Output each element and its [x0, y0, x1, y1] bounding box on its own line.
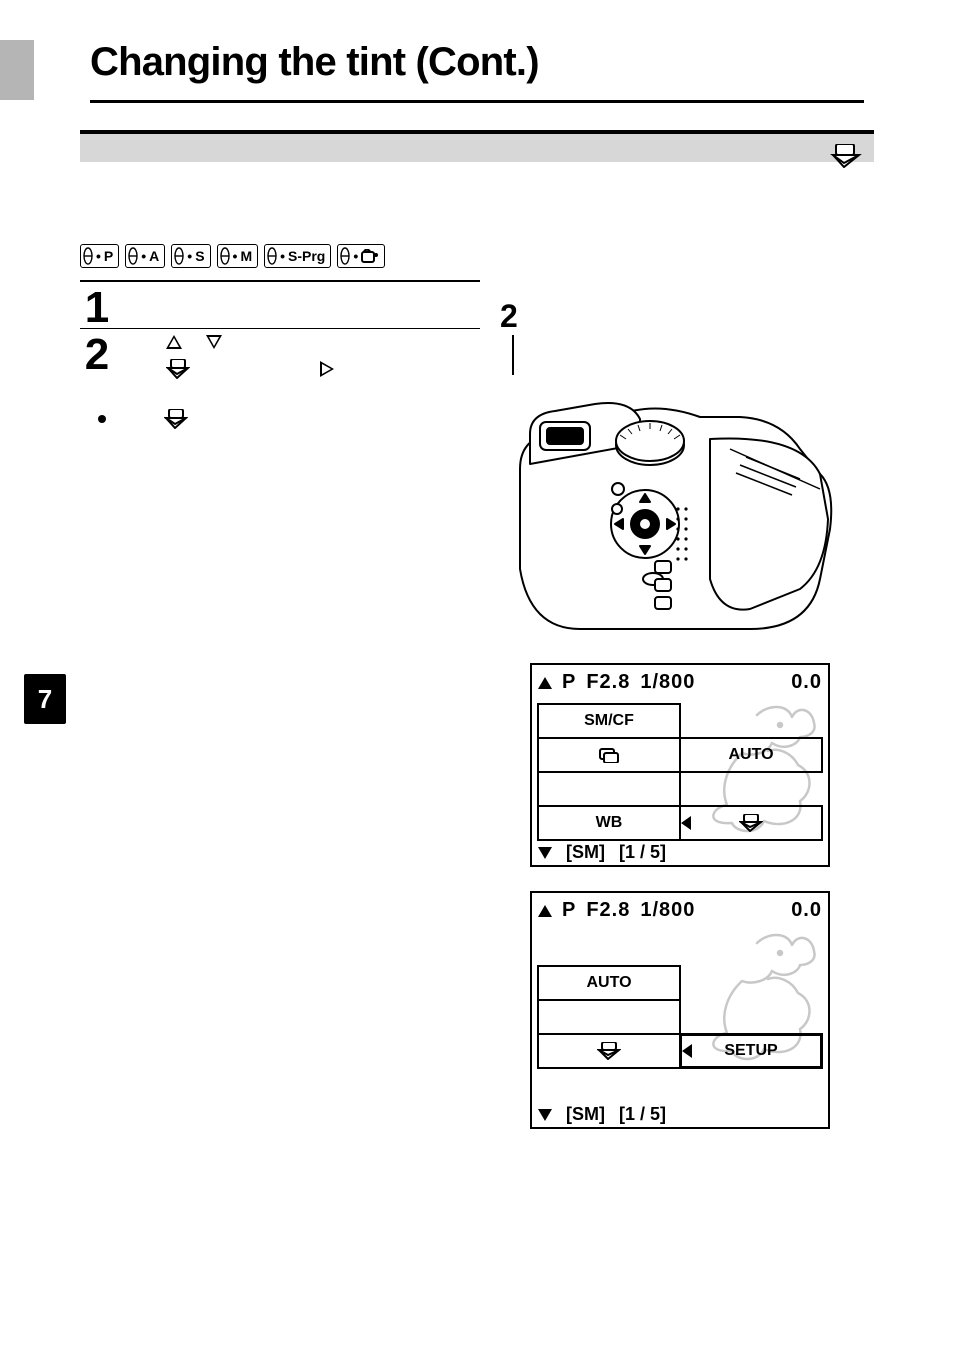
rule — [80, 328, 480, 329]
page-indicator: [1 / 5] — [619, 842, 666, 863]
chapter-tab: 7 — [24, 674, 66, 724]
page: Changing the tint (Cont.) •P •A •S — [0, 0, 954, 1346]
subtitle-band — [80, 130, 874, 162]
menu-cell — [537, 931, 681, 967]
camera-illustration — [500, 379, 840, 639]
menu-cell — [537, 1033, 681, 1069]
step2-icon-row-1 — [128, 335, 480, 349]
step-2: 2 — [80, 335, 480, 429]
page-indicator: [1 / 5] — [619, 1104, 666, 1125]
mode-my: • — [337, 244, 385, 268]
menu-cell — [679, 999, 823, 1035]
print-stack-icon — [598, 747, 620, 763]
menu-cell — [537, 771, 681, 807]
card-over-stack-icon — [597, 1042, 621, 1060]
menu-cell — [679, 931, 823, 967]
mode-indicator: P — [562, 671, 576, 694]
down-triangle-icon — [538, 847, 552, 859]
step-number: 1 — [80, 288, 114, 328]
left-triangle-icon — [680, 1036, 694, 1066]
title-row: Changing the tint (Cont.) — [90, 40, 864, 85]
step2-icon-row-2 — [128, 359, 480, 379]
bullet-icon — [98, 415, 106, 423]
menu-cell — [537, 1067, 681, 1103]
menu-cell: AUTO — [537, 965, 681, 1001]
mode-label: A — [149, 249, 159, 263]
my-mode-icon — [361, 249, 379, 263]
ev-value: 0.0 — [791, 671, 822, 694]
lcd-status-row: P F2.8 1/800 0.0 — [538, 671, 822, 694]
right-arrow-icon — [320, 361, 334, 377]
callout-leader-line — [512, 335, 514, 375]
lcd-menu-grid: SM/CF AUTO WB — [538, 704, 822, 840]
mode-p: •P — [80, 244, 119, 268]
menu-cell — [679, 771, 823, 807]
mode-a: •A — [125, 244, 165, 268]
down-arrow-icon — [206, 335, 222, 349]
menu-cell — [679, 965, 823, 1001]
menu-cell — [679, 703, 823, 739]
mode-m: •M — [217, 244, 259, 268]
up-arrow-icon — [166, 335, 182, 349]
rule — [80, 280, 480, 282]
menu-cell-selected — [679, 805, 823, 841]
lcd-menu-grid: AUTO SETUP — [538, 932, 822, 1102]
menu-cell — [537, 737, 681, 773]
up-triangle-icon — [538, 677, 552, 689]
menu-cell: WB — [537, 805, 681, 841]
body-left: •P •A •S •M •S-Prg • — [80, 244, 480, 429]
lcd-status-row: P F2.8 1/800 0.0 — [538, 899, 822, 922]
aperture-value: F2.8 — [586, 899, 630, 922]
shutter-value: 1/800 — [640, 671, 695, 694]
menu-cell-selected: SETUP — [679, 1033, 823, 1069]
mode-sprg: •S-Prg — [264, 244, 331, 268]
left-triangle-icon — [679, 807, 693, 839]
up-triangle-icon — [538, 905, 552, 917]
step-1: 1 — [80, 288, 480, 328]
step-number: 2 — [80, 335, 114, 375]
mode-dial-strip: •P •A •S •M •S-Prg • — [80, 244, 480, 268]
card-over-stack-icon — [164, 409, 188, 429]
lcd-screen-2: P F2.8 1/800 0.0 AUTO SETU — [530, 891, 830, 1129]
card-over-stack-icon — [830, 144, 862, 173]
mode-indicator: P — [562, 899, 576, 922]
menu-cell — [537, 999, 681, 1035]
menu-cell: SM/CF — [537, 703, 681, 739]
chapter-number: 7 — [38, 684, 52, 714]
media-indicator: [SM] — [566, 842, 605, 863]
lcd-footer: [SM] [1 / 5] — [538, 842, 822, 863]
lcd-footer: [SM] [1 / 5] — [538, 1104, 822, 1125]
down-triangle-icon — [538, 1109, 552, 1121]
shutter-value: 1/800 — [640, 899, 695, 922]
card-over-stack-icon — [739, 814, 763, 832]
menu-cell — [679, 1067, 823, 1103]
title-side-bar — [0, 40, 34, 100]
diagram-callout-number: 2 — [500, 298, 860, 335]
menu-cell: AUTO — [679, 737, 823, 773]
ev-value: 0.0 — [791, 899, 822, 922]
right-column: 2 — [500, 298, 860, 1129]
page-title: Changing the tint (Cont.) — [90, 40, 864, 85]
mode-s: •S — [171, 244, 210, 268]
mode-label: S — [195, 249, 204, 263]
card-over-stack-icon — [166, 359, 190, 379]
aperture-value: F2.8 — [586, 671, 630, 694]
mode-label: S-Prg — [288, 249, 325, 263]
mode-label: P — [104, 249, 113, 263]
media-indicator: [SM] — [566, 1104, 605, 1125]
mode-label: M — [240, 249, 252, 263]
title-underline — [90, 100, 864, 103]
lcd-screen-1: P F2.8 1/800 0.0 SM/CF AUTO WB — [530, 663, 830, 867]
step2-icon-row-3 — [98, 409, 480, 429]
